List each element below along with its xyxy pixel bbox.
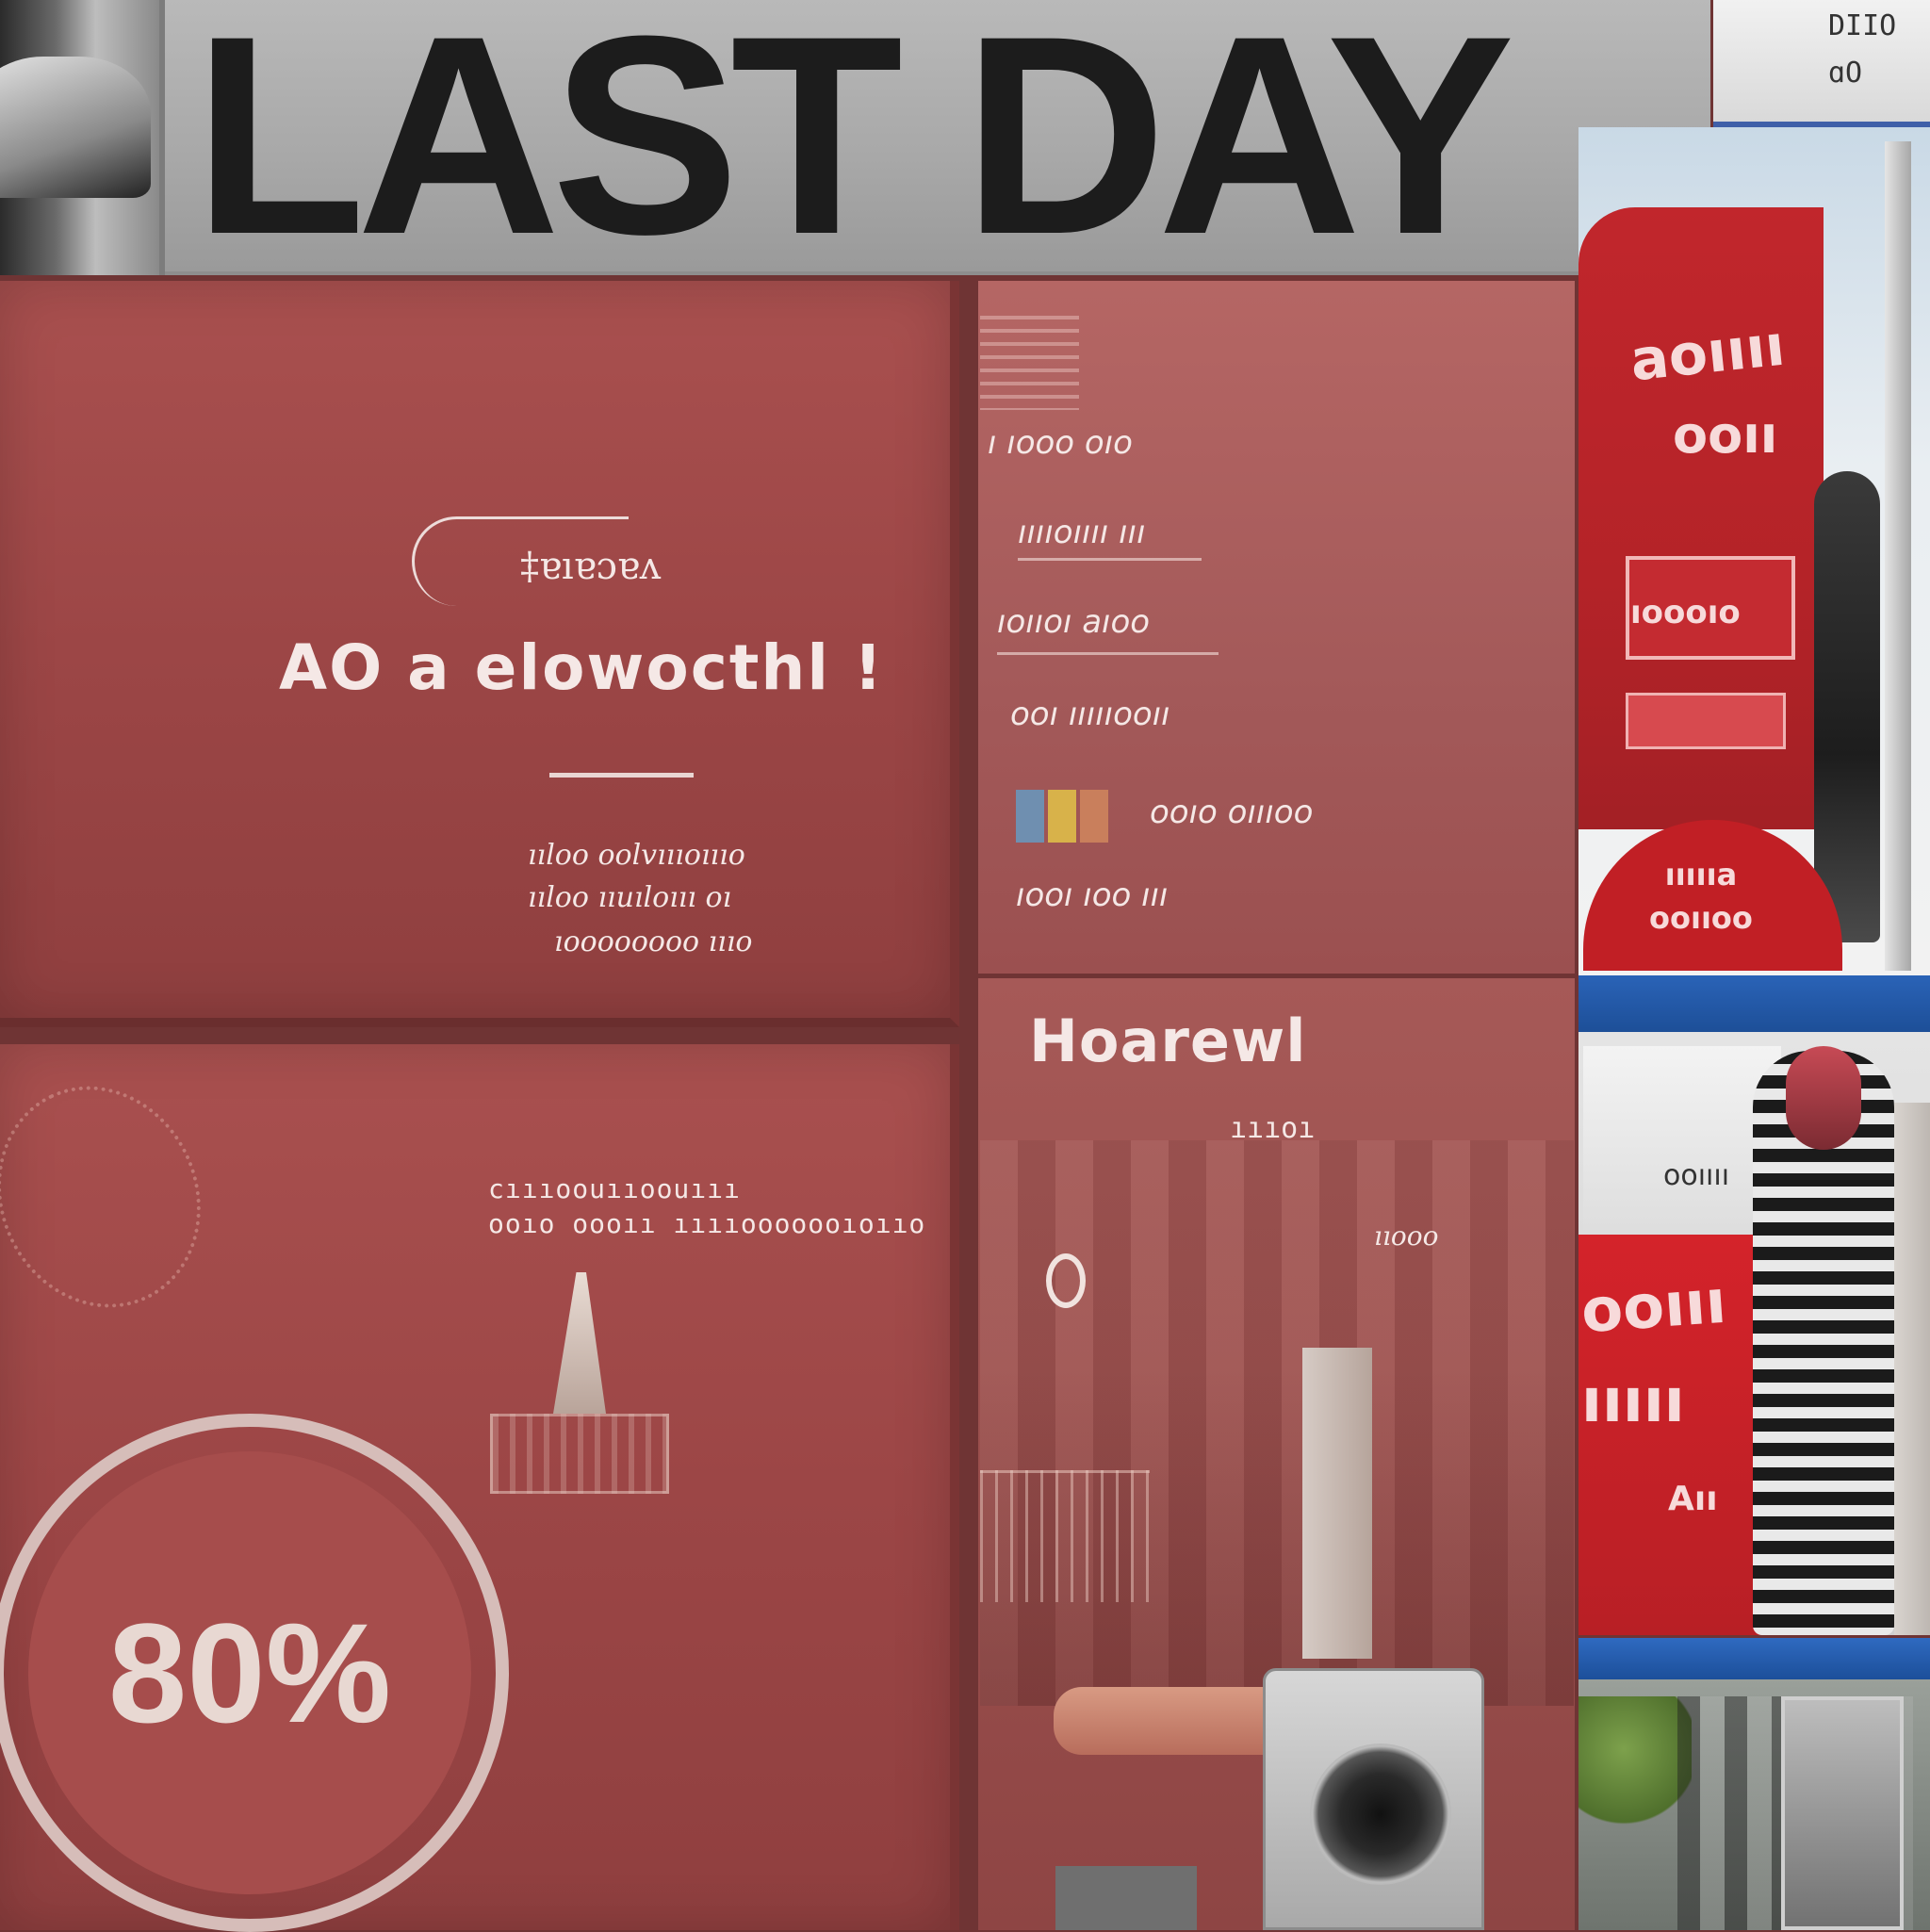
person-silhouette [1814,471,1880,942]
red-sale-text-2: ııııı [1581,1367,1685,1436]
poster-line-4: ooı ıııııooıı [1010,696,1170,733]
poster-line-1: cıııoouııoouııı [488,1173,741,1204]
poster-line-5: ooıo oıııoo [1150,794,1314,831]
city-photo [980,1140,1574,1706]
lamp-shade [0,57,151,198]
white-card-text: ooıııı [1663,1159,1730,1192]
poster-line-2: ooıo oooıı ııııooooooıoııo [488,1208,926,1239]
poster-line-3: ıoooooooo ıııo [554,925,753,958]
washing-machine-door [1310,1744,1451,1885]
tree [1578,1696,1692,1828]
blue-shelf [1578,975,1930,1032]
poster-title: Hoarewl [1029,1007,1307,1075]
blue-shelf [1578,1638,1930,1679]
divider [549,773,694,778]
underline [997,652,1219,655]
color-block-blue [1016,790,1044,843]
underline [1018,558,1202,561]
stripe-decoration [980,316,1079,410]
poster-small-label: ‡ɐıɐɔɐʌ [520,545,662,588]
poster-line-3: ıoııoı aıoo [997,603,1151,641]
sign-box-small [1626,693,1786,749]
poster-line-6: ıooı ıoo ııı [1016,876,1169,914]
building-base-illustration [490,1414,669,1494]
banner-title: LAST DAY [193,0,1514,293]
poster-subtitle: ıııoı [1230,1112,1316,1145]
pole [1885,141,1911,971]
discount-percent: 80% [107,1593,392,1752]
white-card [1583,1046,1781,1230]
red-sign-text-2: ooıı [1673,405,1778,465]
poster-line-1: ı ıooo oıo [988,424,1133,462]
poster-line-2: ııloo ııuıloııı oı [528,881,732,914]
coat-rack [1894,1103,1930,1635]
dome-sign-line-1: ıııııa [1664,857,1738,892]
color-block-orange [1080,790,1108,843]
poster-label: ııooo [1374,1220,1439,1252]
red-sale-text-3: Aıı [1668,1480,1718,1518]
dome-sign-text: ıııııa ooııoo [1649,853,1753,940]
fence-illustration [980,1470,1150,1602]
corner-sign-text-2: ɑO [1828,57,1863,90]
person-head [1786,1046,1861,1150]
dome-sign-line-2: ooııoo [1649,900,1753,936]
circle-icon [1046,1253,1086,1308]
photo-frame [1781,1696,1904,1930]
poster-headline: AO a elowocthl ! [279,631,885,704]
poster-line-2: ııııoıııı ııı [1018,514,1146,551]
corner-sign-text-1: DΙΙO [1828,9,1897,42]
discount-badge: 80% [28,1451,471,1894]
trash-bin [1055,1866,1197,1930]
sign-box-text: ıoooıo [1630,594,1741,631]
poster-line-1: ııloo oolvıııoıııo [528,839,745,872]
wall-lamp [1054,1687,1270,1755]
color-block-yellow [1048,790,1076,843]
red-sale-text-1: ooııı [1578,1267,1729,1348]
tower-illustration [1302,1348,1372,1659]
